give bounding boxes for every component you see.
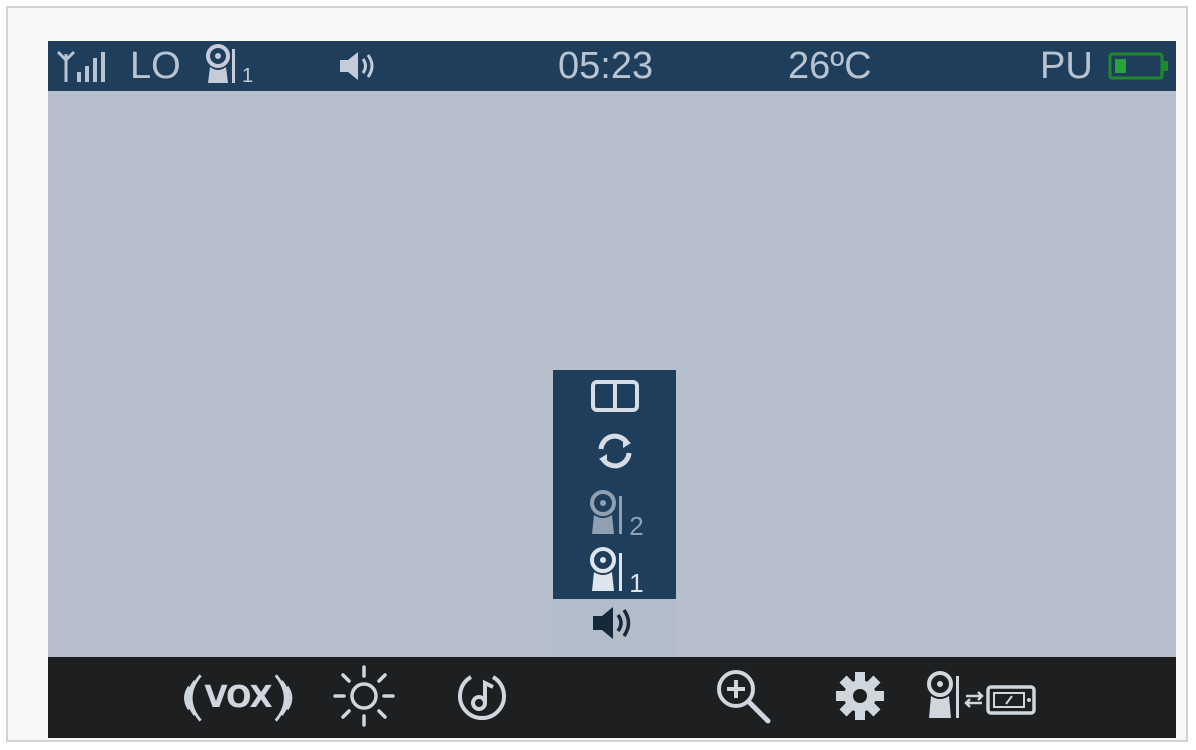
menu-item-camera-2[interactable]: 2 — [553, 486, 676, 542]
menu-item-audio-only[interactable] — [553, 602, 676, 648]
status-bar: LO 1 05:23 26ºC PU — [48, 41, 1176, 91]
zoom-in-icon — [712, 665, 774, 731]
room-temperature: 26ºC — [788, 44, 872, 87]
clock-time: 05:23 — [558, 44, 654, 87]
camera-pairing-icon — [924, 668, 1054, 728]
lullaby-button[interactable] — [452, 657, 512, 738]
camera-number: 1 — [242, 64, 254, 87]
gear-icon — [834, 670, 886, 726]
camera-2-number: 2 — [629, 510, 644, 541]
menu-item-split-screen[interactable] — [553, 376, 676, 420]
brightness-icon — [331, 663, 397, 733]
brightness-button[interactable] — [326, 657, 402, 738]
pair-camera-button[interactable] — [924, 657, 1054, 738]
baby-camera-icon — [587, 545, 627, 597]
monitor-frame: LO 1 05:23 26ºC PU 2 1 VOX — [6, 6, 1188, 742]
speaker-volume-icon — [336, 41, 382, 91]
music-note-icon — [453, 667, 511, 729]
vox-label: VOX — [204, 680, 272, 715]
signal-strength-icon — [54, 41, 124, 91]
menu-item-camera-1[interactable]: 1 — [553, 544, 676, 598]
battery-icon — [1108, 41, 1172, 91]
vox-wave-left-icon — [184, 673, 202, 722]
range-label: LO — [130, 44, 181, 87]
power-label: PU — [1040, 44, 1093, 87]
split-screen-icon — [590, 379, 640, 417]
active-camera-indicator: 1 — [204, 41, 254, 91]
speaker-icon — [589, 603, 641, 647]
menu-item-auto-scan[interactable] — [553, 430, 676, 476]
settings-button[interactable] — [830, 657, 890, 738]
monitor-screen: LO 1 05:23 26ºC PU 2 1 VOX — [48, 41, 1176, 738]
vox-button[interactable]: VOX — [176, 657, 300, 738]
bottom-toolbar: VOX — [48, 657, 1176, 738]
zoom-button[interactable] — [710, 657, 776, 738]
vox-wave-right-icon — [274, 673, 292, 722]
baby-camera-icon — [204, 43, 240, 89]
camera-1-number: 1 — [629, 567, 644, 598]
rotate-scan-icon — [593, 429, 637, 477]
baby-camera-icon — [587, 488, 627, 540]
